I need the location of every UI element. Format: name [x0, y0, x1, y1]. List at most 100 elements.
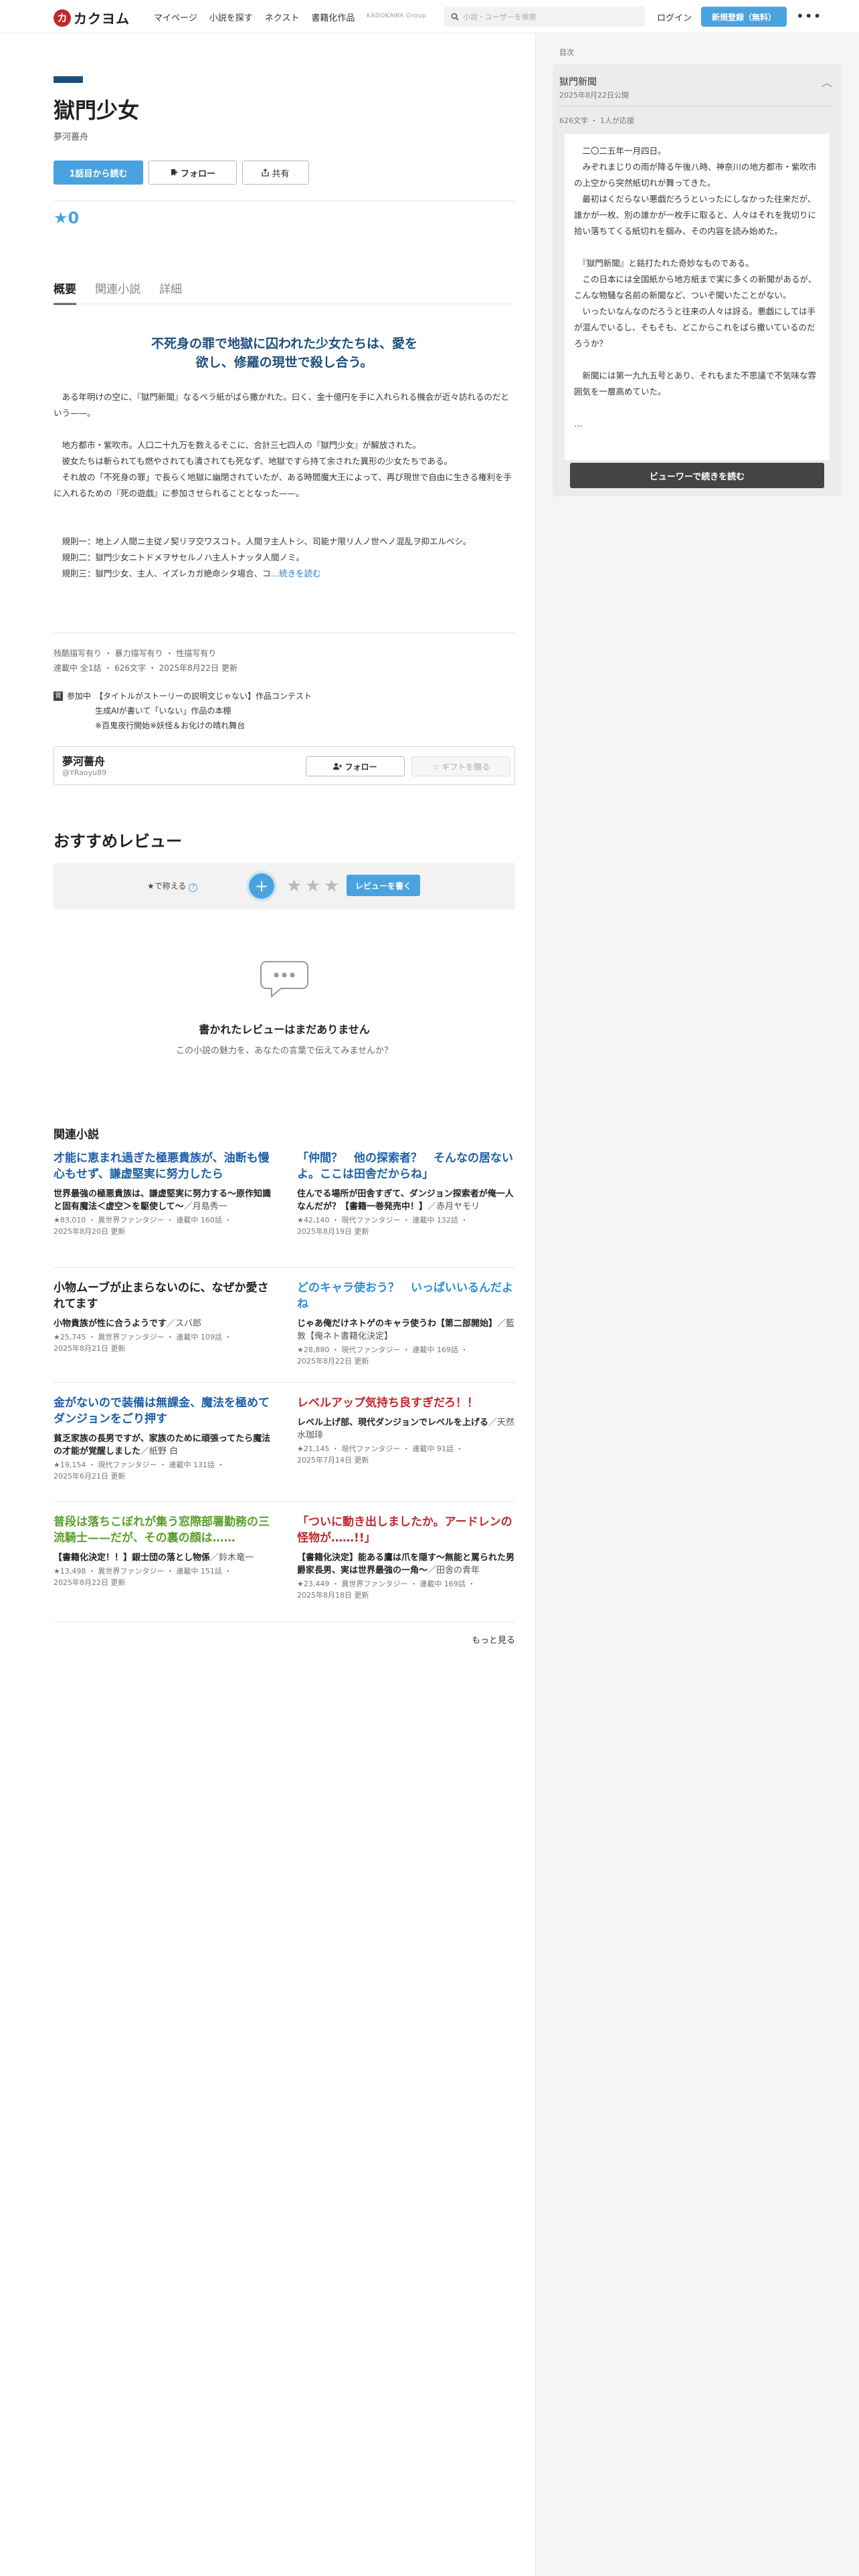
more-related-link[interactable]: もっと見る: [415, 1633, 515, 1646]
star-count: ★0: [54, 209, 80, 227]
send-gift-button[interactable]: ☆ ギフトを贈る: [411, 756, 510, 776]
site-header: カ カクヨム マイページ 小説を探す ネクスト 書籍化作品 KADOKAWA G…: [0, 0, 859, 33]
related-novel-card[interactable]: レベルアップ気持ち良すぎだろ！！ レベル上げ部、現代ダンジョンでレベルを上げる／…: [297, 1395, 518, 1466]
contest-item[interactable]: 【タイトルがストーリーの説明文じゃない】作品コンテスト: [95, 689, 312, 704]
related-catch: 住んでる場所が田舎すぎて、ダンジョン探索者が俺一人なんだが？【書籍一巻発売中！】…: [297, 1188, 518, 1213]
related-catch: 世界最強の極悪貴族は、謙虚堅実に努力する〜原作知識と固有魔法＜虚空＞を駆使して〜…: [54, 1188, 274, 1213]
intro-paragraph: [54, 421, 515, 437]
introduction: ある年明けの空に、『獄門新聞』なるペラ紙がばら撒かれた。曰く、金十億円を手に入れ…: [54, 389, 515, 582]
follow-author-button[interactable]: フォロー: [306, 756, 405, 776]
star-icon[interactable]: ★: [305, 876, 320, 896]
episode-preview-text: 二〇二五年一月四日。 みぞれまじりの雨が降る午後八時、神奈川の地方都市・紫吹市の…: [565, 134, 830, 460]
related-stats: ★25,745 ・ 異世界ファンタジー ・ 連載中 109話 ・: [54, 1333, 232, 1341]
rate-label: ★で称える?: [147, 880, 198, 892]
nav-published-works[interactable]: 書籍化作品: [311, 11, 355, 23]
work-tags: 残酷描写有り ・ 暴力描写有り ・ 性描写有り 連載中 全1話 ・ 626文字 …: [54, 646, 237, 675]
login-link[interactable]: ログイン: [657, 11, 692, 23]
episode-date: 2025年8月22日公開: [559, 91, 629, 100]
write-review-button[interactable]: レビューを書く: [347, 875, 420, 896]
author-card-name[interactable]: 夢河薔舟: [62, 752, 105, 768]
related-work-title[interactable]: レベルアップ気持ち良すぎだろ！！: [297, 1395, 518, 1411]
help-icon[interactable]: ?: [189, 883, 198, 892]
speech-bubble-icon: [260, 961, 308, 998]
related-author[interactable]: ／鈴木竜一: [210, 1553, 254, 1563]
toc-label: 目次: [559, 48, 574, 57]
intro-paragraph: 彼女たちは斬られても燃やされても潰されても死なず、地獄ですら持て余された異形の少…: [54, 456, 453, 466]
related-work-title[interactable]: 金がないので装備は無課金、魔法を極めてダンジョンをごり押す: [54, 1395, 274, 1427]
related-catch: 【書籍化決定】能ある鷹は爪を隠す〜無能と罵られた男爵家長男、実は世界最強の一角〜…: [297, 1551, 518, 1577]
related-novel-card[interactable]: 才能に恵まれ過ぎた極悪貴族が、油断も慢心もせず、謙虚堅実に努力したら 世界最強の…: [54, 1150, 274, 1237]
author-card: 夢河薔舟 @YRaoyu89 フォロー ☆ ギフトを贈る: [54, 746, 515, 785]
nav-search-novels[interactable]: 小説を探す: [209, 11, 253, 23]
related-catch: 【書籍化決定！！】銀士団の落とし物係／鈴木竜一: [54, 1551, 274, 1564]
episode-preview-card: 獄門新聞 2025年8月22日公開 ︿ 626文字 ・ 1人が応援 二〇二五年一…: [553, 64, 842, 496]
preview-paragraph: この日本には全国紙から地方紙まで実に多くの新聞があるが、こんな物騒な名前の新聞な…: [574, 274, 817, 300]
episode-meta: 626文字 ・ 1人が応援: [559, 116, 634, 125]
related-novel-card[interactable]: 「ついに動き出しましたか。アードレンの怪物が……!!」 【書籍化決定】能ある鷹は…: [297, 1514, 518, 1601]
work-author[interactable]: 夢河薔舟: [54, 130, 88, 142]
related-updated: 2025年8月22日 更新: [54, 1578, 126, 1587]
related-row: 才能に恵まれ過ぎた極悪貴族が、油断も慢心もせず、謙虚堅実に努力したら 世界最強の…: [54, 1150, 515, 1268]
related-work-title[interactable]: 才能に恵まれ過ぎた極悪貴族が、油断も慢心もせず、謙虚堅実に努力したら: [54, 1150, 274, 1182]
intro-paragraph: [54, 502, 515, 518]
search-input[interactable]: [463, 12, 630, 21]
preview-paragraph: みぞれまじりの雨が降る午後八時、神奈川の地方都市・紫吹市の上空から突然紙切れが舞…: [574, 162, 817, 188]
nav-next[interactable]: ネクスト: [265, 11, 300, 23]
tab-overview[interactable]: 概要: [54, 280, 76, 305]
related-work-title[interactable]: 「ついに動き出しましたか。アードレンの怪物が……!!」: [297, 1514, 518, 1546]
related-author[interactable]: ／田舎の青年: [427, 1566, 480, 1576]
related-novel-card[interactable]: 普段は落ちこぼれが集う窓際部署勤務の三流騎士——だが、その裏の顔は…… 【書籍化…: [54, 1514, 274, 1588]
related-updated: 2025年8月22日 更新: [297, 1357, 369, 1366]
related-updated: 2025年7月14日 更新: [297, 1456, 369, 1465]
nav-mypage[interactable]: マイページ: [154, 11, 197, 23]
signup-button[interactable]: 新規登録（無料）: [701, 7, 787, 27]
related-work-title[interactable]: どのキャラ使おう？ いっぱいいるんだよね: [297, 1280, 518, 1312]
related-novel-card[interactable]: 「仲間？ 他の探索者？ そんなの居ないよ。ここは田舎だからね」 住んでる場所が田…: [297, 1150, 518, 1237]
related-catch: じゃあ俺だけネトゲのキャラ使うわ【第二部開始】／藍敦【俺ネト書籍化決定】: [297, 1317, 518, 1343]
related-stats: ★13,498 ・ 異世界ファンタジー ・ 連載中 151話 ・: [54, 1567, 232, 1576]
related-author[interactable]: ／月島秀一: [184, 1202, 227, 1212]
related-stats: ★21,145 ・ 現代ファンタジー ・ 連載中 91話 ・: [297, 1444, 464, 1453]
related-meta: ★83,010 ・ 異世界ファンタジー ・ 連載中 160話 ・ 2025年8月2…: [54, 1214, 274, 1237]
intro-last-text: 規則三：獄門少女、主人、イズレカガ絶命シタ場合、コ: [54, 568, 271, 578]
title-accent-bar: [54, 76, 83, 83]
preview-paragraph: [574, 400, 820, 416]
read-in-viewer-button[interactable]: ビューワーで続きを読む: [570, 463, 824, 488]
intro-paragraph: それ故の「不死身の罪」で長らく地獄に幽閉されていたが、ある時閻魔大王によって、再…: [54, 472, 512, 498]
related-catch: 貧乏家族の長男ですが、家族のために頑張ってたら魔法の才能が覚醒しました／紙野 白: [54, 1432, 274, 1458]
read-first-episode-button[interactable]: 1話目から読む: [54, 160, 143, 185]
no-reviews-title: 書かれたレビューはまだありません: [199, 1023, 370, 1036]
tab-related-novels[interactable]: 関連小説: [95, 280, 140, 305]
star-icon[interactable]: ★: [324, 876, 339, 896]
global-nav: マイページ 小説を探す ネクスト 書籍化作品: [154, 11, 355, 23]
related-updated: 2025年8月18日 更新: [297, 1591, 369, 1600]
follow-work-button[interactable]: フォロー: [149, 160, 237, 185]
related-meta: ★23,449 ・ 異世界ファンタジー ・ 連載中 169話 ・ 2025年8月1…: [297, 1578, 518, 1601]
add-star-button[interactable]: +: [249, 873, 274, 899]
preview-paragraph: 『獄門新聞』と銘打たれた奇妙なものである。: [574, 258, 754, 268]
contest-item[interactable]: 生成AIが書いて「いない」作品の本棚: [95, 704, 312, 718]
site-logo[interactable]: カ カクヨム: [54, 8, 130, 27]
related-work-title[interactable]: 小物ムーブが止まらないのに、なぜか愛されてます: [54, 1280, 274, 1312]
contest-label: 参加中: [67, 691, 92, 701]
related-work-title[interactable]: 普段は落ちこぼれが集う窓際部署勤務の三流騎士——だが、その裏の顔は……: [54, 1514, 274, 1546]
work-title: 獄門少女: [54, 98, 140, 123]
search-icon: [451, 13, 459, 21]
related-author[interactable]: ／赤月ヤモリ: [427, 1202, 480, 1212]
content-warnings: 残酷描写有り ・ 暴力描写有り ・ 性描写有り: [54, 649, 217, 658]
follow-work-label: フォロー: [180, 169, 215, 179]
related-author[interactable]: ／紙野 白: [140, 1446, 178, 1457]
tab-details[interactable]: 詳細: [159, 280, 182, 305]
related-novel-card[interactable]: 小物ムーブが止まらないのに、なぜか愛されてます 小物貴族が性に合うようです／スバ…: [54, 1280, 274, 1354]
related-novel-card[interactable]: どのキャラ使おう？ いっぱいいるんだよね じゃあ俺だけネトゲのキャラ使うわ【第二…: [297, 1280, 518, 1367]
related-novel-card[interactable]: 金がないので装備は無課金、魔法を極めてダンジョンをごり押す 貧乏家族の長男ですが…: [54, 1395, 274, 1482]
star-icon[interactable]: ★: [286, 876, 302, 896]
more-menu-icon[interactable]: •••: [796, 8, 822, 24]
read-more-link[interactable]: …続きを読む: [271, 568, 321, 578]
related-author[interactable]: ／スバ郎: [167, 1319, 201, 1329]
related-work-title[interactable]: 「仲間？ 他の探索者？ そんなの居ないよ。ここは田舎だからね」: [297, 1150, 518, 1182]
share-button[interactable]: 共有: [242, 160, 309, 185]
episode-title[interactable]: 獄門新聞: [559, 75, 597, 88]
contest-item[interactable]: ※百鬼夜行開始※妖怪＆お化けの晴れ舞台: [95, 718, 312, 733]
chevron-up-icon[interactable]: ︿: [822, 74, 832, 90]
